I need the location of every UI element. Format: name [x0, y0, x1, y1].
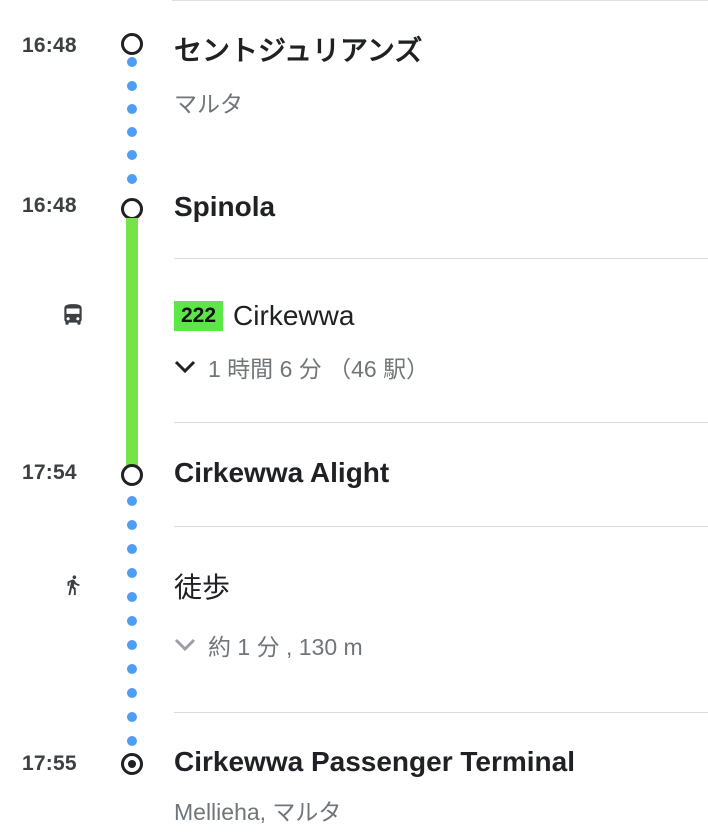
stop-name-alight[interactable]: Cirkewwa Alight — [174, 457, 389, 489]
divider — [174, 712, 708, 713]
stop-node-spinola — [121, 198, 143, 220]
walk-dot — [127, 736, 137, 746]
walk-dot — [127, 544, 137, 554]
stop-name-origin[interactable]: セントジュリアンズ — [174, 29, 422, 69]
walk-dot — [127, 712, 137, 722]
divider — [174, 258, 708, 259]
walk-dot — [127, 568, 137, 578]
walk-dot — [127, 592, 137, 602]
bus-stops-toggle[interactable]: 1 時間 6 分 （46 駅） — [174, 350, 429, 384]
bus-leg-detail: 1 時間 6 分 （46 駅） — [208, 356, 430, 382]
walk-dot — [127, 640, 137, 650]
route-badge: 222 — [174, 301, 224, 331]
walk-dot — [127, 104, 137, 114]
walk-label: 徒歩 — [174, 572, 231, 603]
bus-route-line — [126, 218, 138, 466]
walk-dot — [127, 616, 137, 626]
walk-dot — [127, 150, 137, 160]
bus-route-row[interactable]: 222 Cirkewwa — [174, 298, 354, 334]
route-headsign: Cirkewwa — [233, 300, 355, 331]
stop-time-alight: 17:54 — [22, 461, 77, 484]
stop-node-destination — [121, 753, 143, 775]
bus-icon — [60, 302, 86, 333]
stop-time-destination: 17:55 — [22, 752, 77, 775]
stop-node-origin — [121, 33, 143, 55]
stop-name-destination[interactable]: Cirkewwa Passenger Terminal — [174, 746, 575, 778]
stop-sub-destination: Mellieha, マルタ — [174, 799, 342, 825]
stop-sub-origin: マルタ — [174, 91, 243, 117]
divider — [174, 526, 708, 527]
walk-dot — [127, 174, 137, 184]
stop-node-alight — [121, 464, 143, 486]
walk-dot — [127, 520, 137, 530]
stop-time-origin: 16:48 — [22, 34, 77, 57]
walk-icon — [62, 570, 84, 605]
walk-dot — [127, 127, 137, 137]
walk-dot — [127, 496, 137, 506]
stop-name-spinola[interactable]: Spinola — [174, 191, 275, 223]
divider — [174, 422, 708, 423]
walk-dot — [127, 688, 137, 698]
chevron-down-icon — [174, 360, 196, 374]
chevron-down-icon — [174, 638, 196, 652]
walk-dot — [127, 664, 137, 674]
walk-dot — [127, 57, 137, 67]
walk-leg-detail: 約 1 分 , 130 m — [208, 634, 363, 660]
walk-details-toggle[interactable]: 約 1 分 , 130 m — [174, 628, 363, 662]
top-divider — [172, 0, 708, 1]
stop-time-spinola: 16:48 — [22, 194, 77, 217]
walk-dot — [127, 81, 137, 91]
